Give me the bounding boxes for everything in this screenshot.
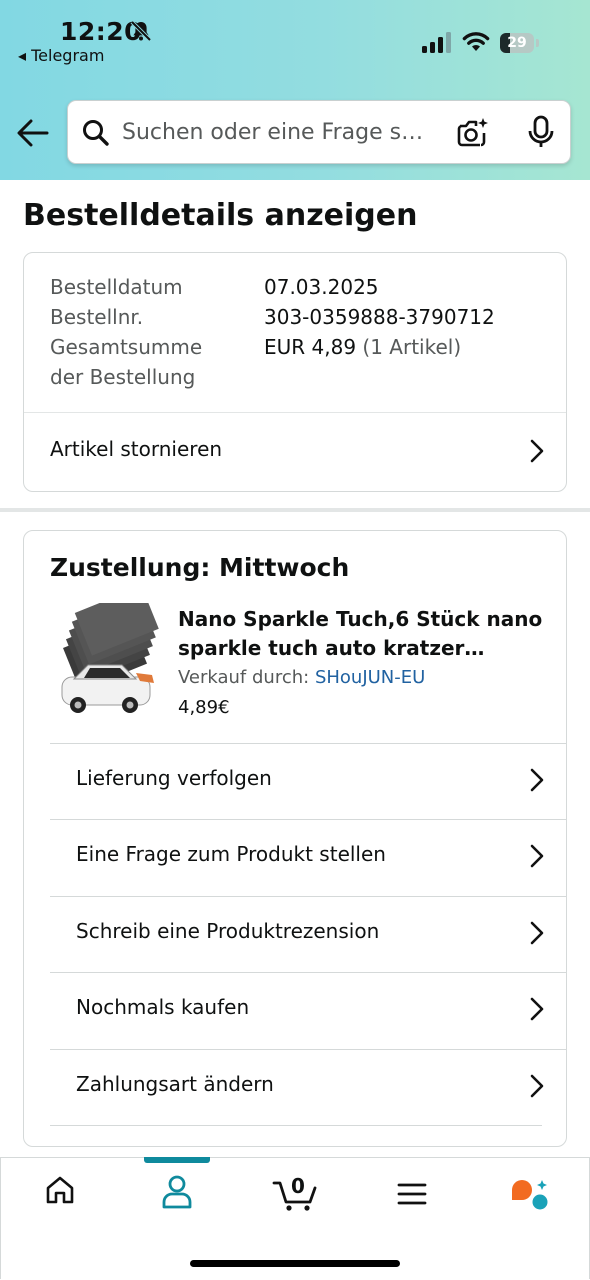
cancel-items-label: Artikel stornieren	[50, 437, 223, 461]
action-label: Eine Frage zum Produkt stellen	[76, 842, 386, 866]
home-icon[interactable]	[44, 1174, 76, 1206]
action-label: Schreib eine Produktrezension	[76, 919, 380, 943]
action-label: Lieferung verfolgen	[76, 766, 272, 790]
page-title: Bestelldetails anzeigen	[23, 198, 418, 233]
action-track-delivery[interactable]: Lieferung verfolgen	[50, 743, 566, 820]
cancel-items-row[interactable]: Artikel stornieren	[24, 413, 566, 491]
rufus-assistant-icon[interactable]	[510, 1178, 550, 1212]
product-price: 4,89€	[178, 697, 230, 718]
chevron-right-icon	[530, 997, 544, 1021]
battery-cap	[536, 39, 539, 47]
camera-scan-icon[interactable]	[456, 115, 490, 149]
order-total-items: (1 Artikel)	[362, 335, 462, 359]
chevron-right-icon	[530, 844, 544, 868]
active-tab-indicator	[144, 1157, 210, 1163]
seller-link[interactable]: SHouJUN-EU	[315, 667, 425, 688]
order-total-label-line1: Gesamtsumme	[50, 335, 203, 359]
order-total-amount: EUR 4,89	[264, 335, 357, 359]
product-image[interactable]	[50, 603, 160, 715]
order-number-value: 303-0359888-3790712	[264, 305, 495, 329]
microphone-icon[interactable]	[526, 115, 556, 149]
account-icon[interactable]	[161, 1174, 193, 1210]
search-input[interactable]	[122, 113, 442, 151]
action-label: Zahlungsart ändern	[76, 1072, 274, 1096]
order-total-value: EUR 4,89 (1 Artikel)	[264, 335, 461, 359]
bell-muted-icon	[130, 20, 152, 42]
order-total-label-line2: der Bestellung	[50, 365, 196, 389]
order-summary-card: Bestelldatum 07.03.2025 Bestellnr. 303-0…	[23, 252, 567, 492]
card-divider	[50, 1125, 542, 1126]
seller-line: Verkauf durch: SHouJUN-EU	[178, 667, 425, 688]
product-title-link[interactable]: Nano Sparkle Tuch,6 Stück nano sparkle t…	[178, 605, 548, 663]
cart-count: 0	[291, 1174, 305, 1198]
battery-indicator: 29	[500, 33, 534, 53]
order-date-value: 07.03.2025	[264, 275, 379, 299]
delivery-card: Zustellung: Mittwoch Nano Sparkle Tuch,6…	[23, 530, 567, 1147]
back-arrow-icon[interactable]	[16, 118, 50, 148]
chevron-right-icon	[530, 921, 544, 945]
chevron-right-icon	[530, 768, 544, 792]
battery-percent: 29	[507, 35, 527, 51]
home-indicator	[190, 1260, 400, 1267]
delivery-title: Zustellung: Mittwoch	[50, 553, 350, 582]
action-ask-question[interactable]: Eine Frage zum Produkt stellen	[50, 819, 566, 896]
action-write-review[interactable]: Schreib eine Produktrezension	[50, 896, 566, 973]
action-buy-again[interactable]: Nochmals kaufen	[50, 972, 566, 1049]
order-number-label: Bestellnr.	[50, 305, 144, 329]
chevron-right-icon	[530, 439, 544, 463]
back-to-telegram[interactable]: ◂ Telegram	[18, 46, 104, 65]
action-change-payment[interactable]: Zahlungsart ändern	[50, 1049, 566, 1126]
header-bar: 12:20 ◂ Telegram 29	[0, 0, 590, 180]
order-date-label: Bestelldatum	[50, 275, 183, 299]
wifi-icon	[462, 32, 490, 51]
cellular-signal-icon	[422, 32, 451, 53]
search-box[interactable]	[67, 100, 571, 164]
section-separator	[0, 508, 590, 512]
action-label: Nochmals kaufen	[76, 995, 250, 1019]
seller-prefix: Verkauf durch:	[178, 667, 310, 688]
search-icon	[83, 120, 109, 146]
chevron-right-icon	[530, 1074, 544, 1098]
menu-icon[interactable]	[397, 1181, 427, 1207]
